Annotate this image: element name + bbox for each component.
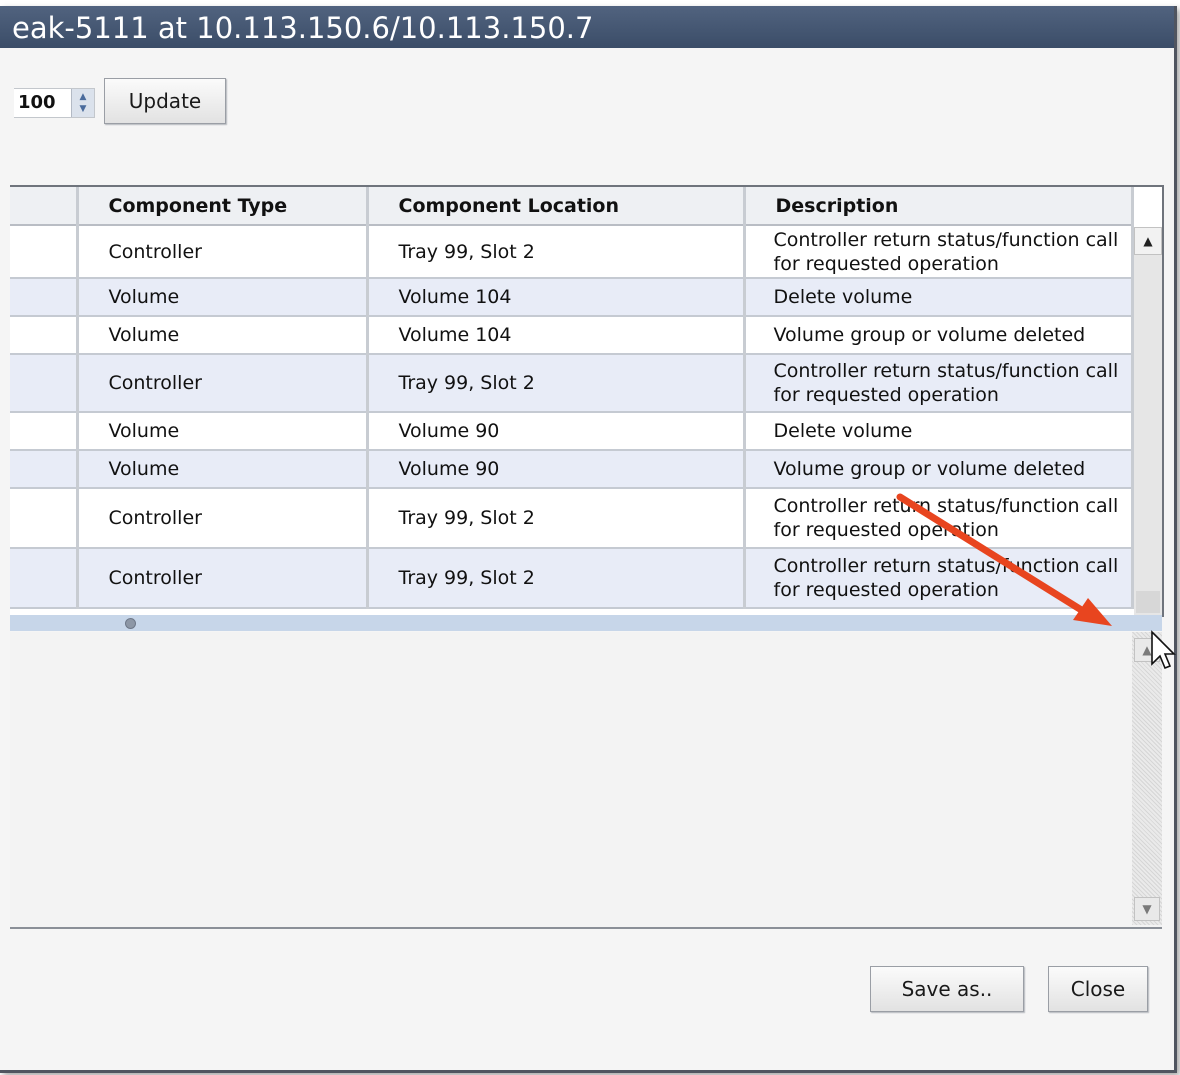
count-spinner[interactable]: 100 ▲ ▼ (14, 88, 95, 118)
column-header-description[interactable]: Description (744, 187, 1134, 226)
component-location-cell: Tray 99, Slot 2 (367, 354, 746, 413)
scroll-down-arrow-icon[interactable]: ▼ (1134, 897, 1160, 921)
table-row[interactable]: Controller Tray 99, Slot 2 Controller re… (10, 354, 1134, 413)
row-marker-cell (10, 412, 79, 451)
row-marker-cell (10, 316, 79, 355)
description-line: Controller return status/function call (773, 360, 1119, 382)
description-line: Volume group or volume deleted (773, 324, 1086, 346)
description-line: Controller return status/function call (773, 495, 1119, 517)
table-row[interactable]: Volume Volume 90 Delete volume (10, 412, 1134, 451)
event-table: Component Type Component Location Descri… (10, 187, 1134, 609)
component-location-cell: Tray 99, Slot 2 (367, 548, 746, 609)
splitter-grip-icon[interactable] (125, 618, 136, 629)
component-type-cell: Controller (77, 548, 369, 609)
description-line: Volume group or volume deleted (773, 458, 1086, 480)
description-cell: Delete volume (744, 278, 1134, 317)
component-type-cell: Volume (77, 316, 369, 355)
spinner-down-icon[interactable]: ▼ (80, 103, 87, 115)
description-cell: Controller return status/function call fo… (744, 548, 1134, 609)
column-header-component-type[interactable]: Component Type (77, 187, 369, 226)
save-as-button[interactable]: Save as.. (870, 966, 1024, 1012)
description-line: Controller return status/function call (773, 555, 1119, 577)
description-line: for requested operation (773, 252, 999, 275)
description-line: Delete volume (773, 420, 913, 442)
pane-splitter[interactable] (10, 615, 1162, 631)
component-location-cell: Tray 99, Slot 2 (367, 488, 746, 549)
component-type-cell: Volume (77, 412, 369, 451)
event-table-panel: Component Type Component Location Descri… (10, 185, 1164, 617)
spinner-arrows-icon[interactable]: ▲ ▼ (71, 89, 94, 117)
description-cell: Controller return status/function call fo… (744, 488, 1134, 549)
row-marker-cell (10, 278, 79, 317)
component-type-cell: Controller (77, 488, 369, 549)
count-value[interactable]: 100 (18, 89, 56, 117)
details-panel: ▲ ▼ (10, 632, 1162, 929)
row-marker-cell (10, 450, 79, 489)
window-title: eak-5111 at 10.113.150.6/10.113.150.7 (0, 6, 1174, 48)
component-type-cell: Volume (77, 278, 369, 317)
description-line: Controller return status/function call (773, 228, 1119, 251)
component-location-cell: Volume 104 (367, 316, 746, 355)
description-cell: Controller return status/function call fo… (744, 225, 1134, 279)
spinner-up-icon[interactable]: ▲ (80, 91, 87, 103)
description-cell: Delete volume (744, 412, 1134, 451)
description-cell: Volume group or volume deleted (744, 450, 1134, 489)
description-line: for requested operation (773, 384, 999, 406)
component-location-cell: Volume 90 (367, 450, 746, 489)
component-type-cell: Volume (77, 450, 369, 489)
table-row[interactable]: Controller Tray 99, Slot 2 Controller re… (10, 548, 1134, 609)
component-location-cell: Volume 104 (367, 278, 746, 317)
description-cell: Controller return status/function call fo… (744, 354, 1134, 413)
description-cell: Volume group or volume deleted (744, 316, 1134, 355)
details-vertical-scrollbar[interactable]: ▲ ▼ (1132, 632, 1162, 925)
table-header-row: Component Type Component Location Descri… (10, 187, 1134, 226)
scroll-up-arrow-icon[interactable]: ▲ (1134, 227, 1162, 255)
table-row[interactable]: Controller Tray 99, Slot 2 Controller re… (10, 488, 1134, 549)
description-line: for requested operation (773, 579, 999, 601)
column-header-component-location[interactable]: Component Location (367, 187, 746, 226)
component-type-cell: Controller (77, 354, 369, 413)
row-marker-cell (10, 225, 79, 279)
description-line: Delete volume (773, 286, 913, 308)
component-type-cell: Controller (77, 225, 369, 279)
table-row[interactable]: Volume Volume 104 Volume group or volume… (10, 316, 1134, 355)
component-location-cell: Volume 90 (367, 412, 746, 451)
row-marker-cell (10, 488, 79, 549)
component-location-cell: Tray 99, Slot 2 (367, 225, 746, 279)
table-row[interactable]: Volume Volume 90 Volume group or volume … (10, 450, 1134, 489)
description-line: for requested operation (773, 519, 999, 541)
update-button[interactable]: Update (104, 78, 226, 124)
row-marker-cell (10, 354, 79, 413)
table-vertical-scrollbar[interactable]: ▲ (1134, 227, 1162, 615)
table-row[interactable]: Volume Volume 104 Delete volume (10, 278, 1134, 317)
column-header-first[interactable] (10, 187, 79, 226)
row-marker-cell (10, 548, 79, 609)
scrollbar-thumb[interactable] (1136, 591, 1160, 613)
table-row[interactable]: Controller Tray 99, Slot 2 Controller re… (10, 225, 1134, 279)
close-button[interactable]: Close (1048, 966, 1148, 1012)
scroll-up-arrow-icon[interactable]: ▲ (1134, 638, 1160, 662)
